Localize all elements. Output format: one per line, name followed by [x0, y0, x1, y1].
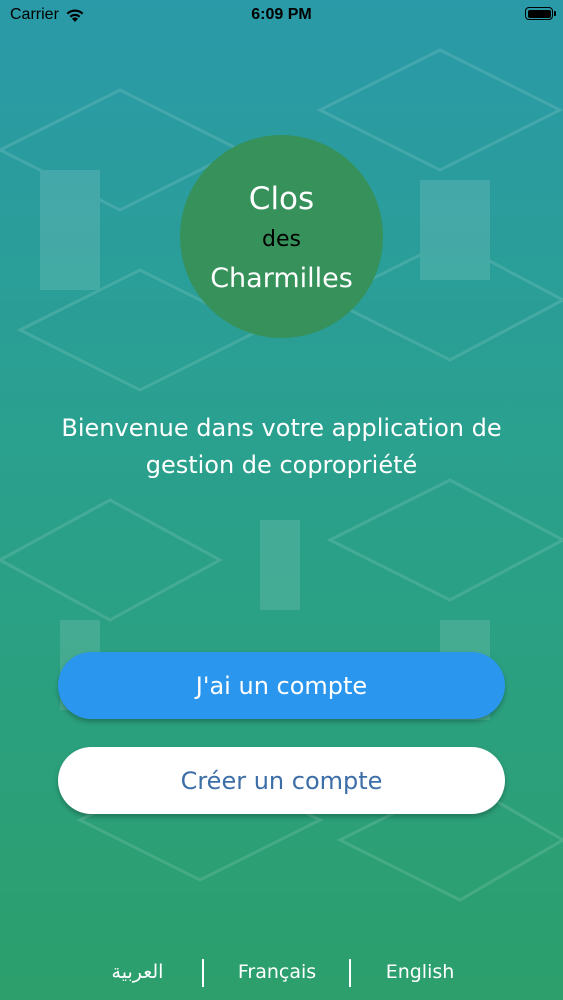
- welcome-message: Bienvenue dans votre application de gest…: [61, 414, 502, 479]
- create-account-button[interactable]: Créer un compte: [58, 747, 505, 814]
- language-divider: [202, 959, 204, 987]
- battery-icon: [525, 7, 556, 20]
- logo-line-2: des: [262, 227, 301, 252]
- logo-line-3: Charmilles: [210, 263, 353, 294]
- language-divider: [349, 959, 351, 987]
- language-english[interactable]: English: [370, 961, 470, 983]
- status-bar: Carrier 6:09 PM: [0, 0, 563, 32]
- clock: 6:09 PM: [251, 6, 312, 23]
- language-arabic[interactable]: العربية: [95, 961, 180, 983]
- app-logo: Clos des Charmilles: [180, 135, 383, 338]
- language-french[interactable]: Français: [220, 961, 334, 983]
- logo-line-1: Clos: [248, 181, 315, 217]
- login-button[interactable]: J'ai un compte: [58, 652, 505, 719]
- language-selector: العربية Français English: [0, 955, 563, 991]
